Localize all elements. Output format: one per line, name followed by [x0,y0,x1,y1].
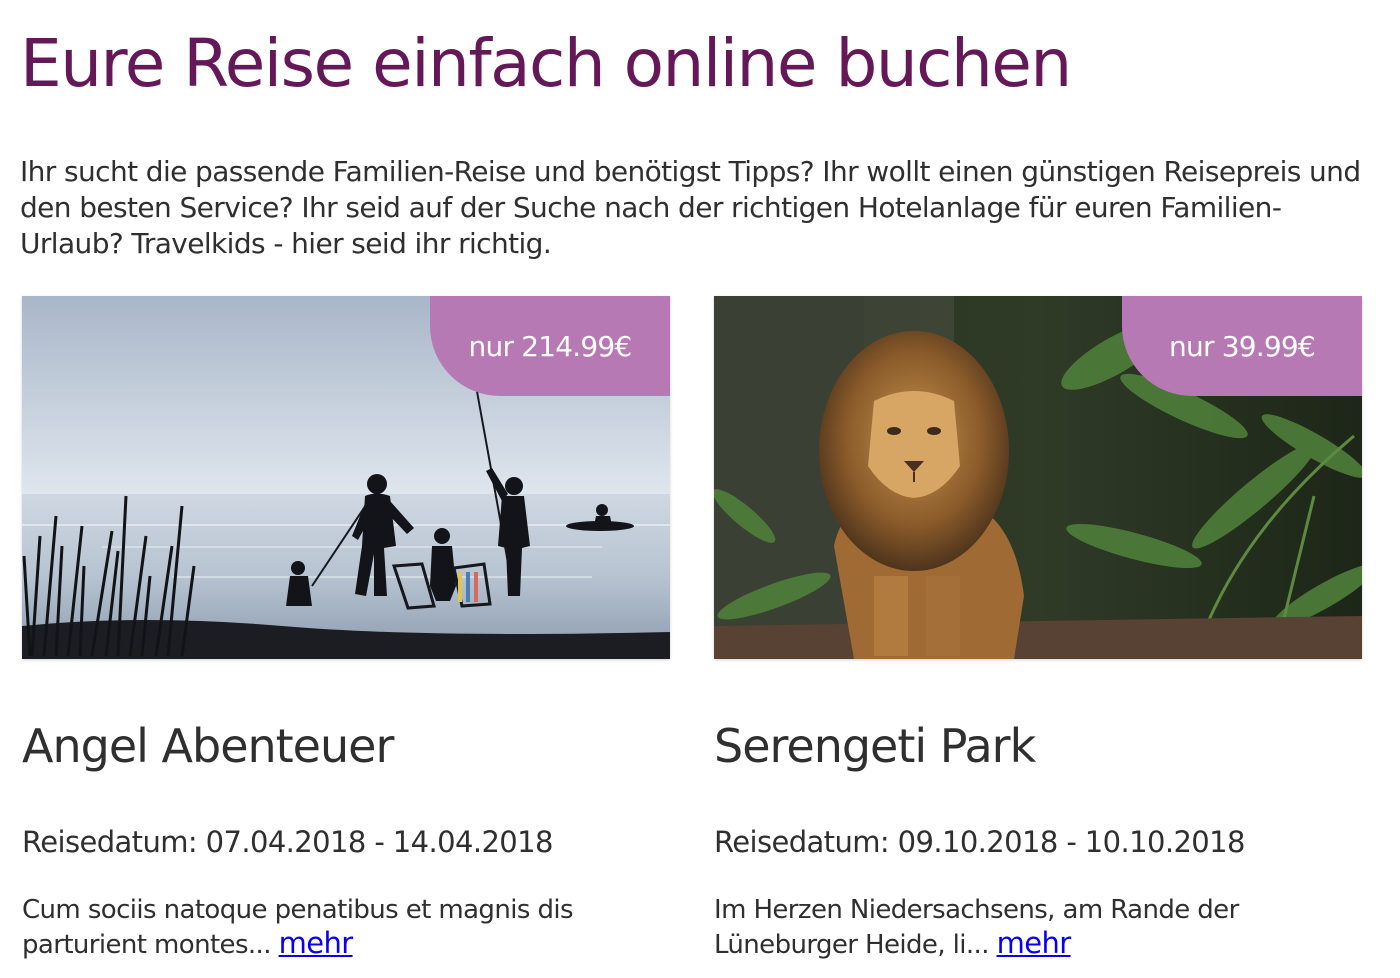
offer-excerpt: Cum sociis natoque penatibus et magnis d… [22,894,622,962]
offer-travel-date: Reisedatum: 07.04.2018 - 14.04.2018 [22,825,553,859]
intro-text: Ihr sucht die passende Familien-Reise un… [20,155,1361,260]
more-link[interactable]: mehr [997,926,1072,960]
offer-card-serengeti[interactable]: nur 39.99€ Serengeti Park Reisedatum: 09… [714,296,1362,960]
offer-travel-date: Reisedatum: 09.10.2018 - 10.10.2018 [714,825,1245,859]
offer-title[interactable]: Serengeti Park [714,716,1036,776]
offer-image-lion[interactable]: nur 39.99€ [714,296,1362,659]
offer-excerpt: Im Herzen Niedersachsens, am Rande der L… [714,894,1314,962]
offer-image-family-fishing[interactable]: nur 214.99€ [22,296,670,659]
page: Eure Reise einfach online buchen Ihr suc… [0,0,1400,978]
page-title: Eure Reise einfach online buchen [20,25,1072,102]
offer-title[interactable]: Angel Abenteuer [22,716,394,776]
price-badge: nur 39.99€ [1122,296,1362,396]
more-link[interactable]: mehr [279,926,354,960]
price-badge: nur 214.99€ [430,296,670,396]
offer-excerpt-text: Im Herzen Niedersachsens, am Rande der L… [714,895,1239,960]
offer-card-angel[interactable]: nur 214.99€ Angel Abenteuer Reisedatum: … [22,296,670,960]
